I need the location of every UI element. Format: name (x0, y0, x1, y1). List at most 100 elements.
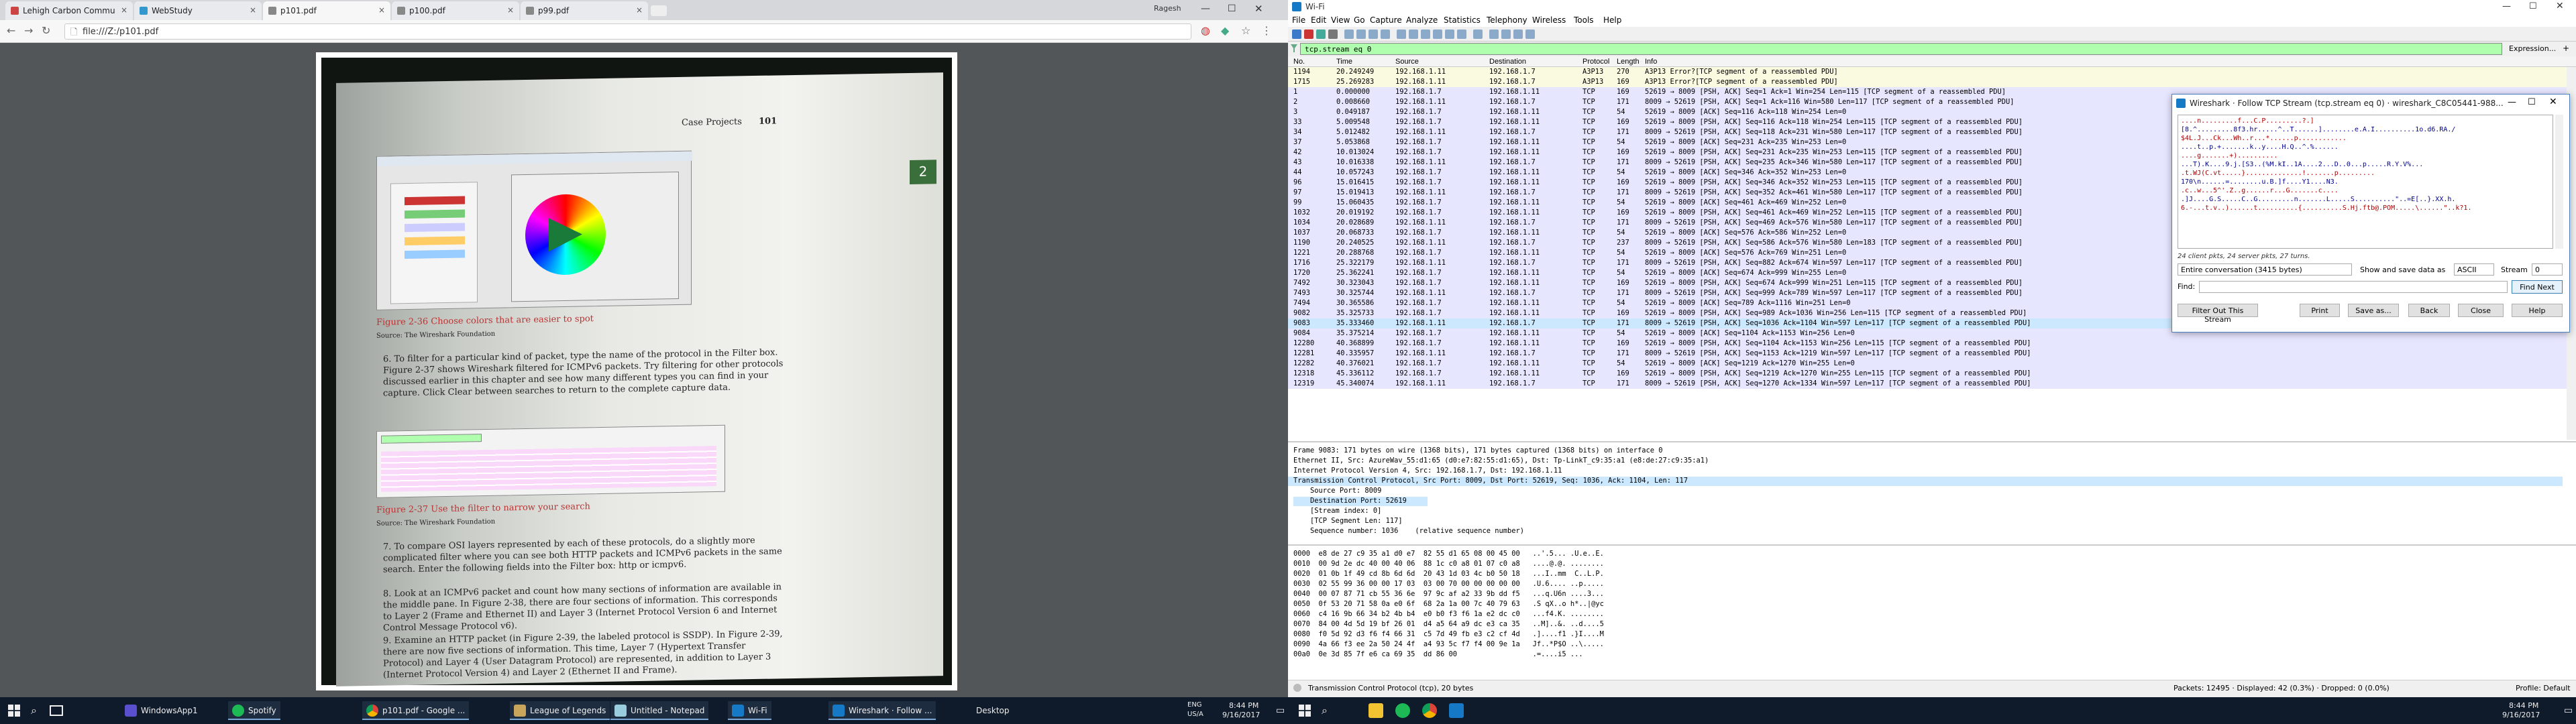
spotify-icon-2[interactable] (1395, 703, 1410, 718)
desktop-toolbar[interactable]: Desktop (976, 706, 1010, 715)
minimize-icon[interactable]: — (1201, 3, 1210, 14)
clock-time-2[interactable]: 8:44 PM (2509, 701, 2538, 710)
menu-telephony[interactable]: Telephony (1487, 15, 1527, 25)
column-destination[interactable]: Destination (1489, 58, 1570, 66)
menu-edit[interactable]: Edit (1311, 15, 1326, 25)
stream-number-spinner[interactable]: 0 (2532, 263, 2563, 276)
wireshark-icon-2[interactable] (1449, 703, 1464, 718)
packet-row[interactable]: 12318 45.336112 192.168.1.7 192.168.1.11 TCP… (1288, 369, 2576, 379)
filter-out-stream-button[interactable]: Filter Out This Stream (2178, 304, 2258, 324)
start-icon[interactable] (8, 705, 20, 717)
bookmark-star-icon[interactable]: ☆ (1241, 24, 1250, 37)
tab-close-icon[interactable]: × (507, 5, 514, 15)
packet-row[interactable]: 12282 40.376021 192.168.1.7 192.168.1.11 TCP… (1288, 359, 2576, 369)
back-button[interactable]: Back (2408, 304, 2450, 317)
packet-row[interactable]: 1715 25.269283 192.168.1.11 192.168.1.7 A3P1… (1288, 77, 2576, 87)
restart-capture-icon[interactable] (1316, 29, 1326, 39)
hex-dump-line[interactable]: 0010 00 9d 2e dc 40 00 40 06 88 1c c0 a8… (1293, 560, 1604, 569)
notifications-icon[interactable]: ▭ (1276, 705, 1285, 716)
tab-p101[interactable]: p101.pdf × (263, 1, 390, 20)
normal-size-icon[interactable] (1513, 29, 1523, 39)
first-packet-icon[interactable] (1445, 29, 1454, 39)
detail-tree-section[interactable]: Transmission Control Protocol, Src Port:… (1288, 477, 2563, 486)
column-length[interactable]: Length (1617, 58, 1644, 66)
clock-date-2[interactable]: 9/16/2017 (2502, 711, 2540, 719)
save-file-icon[interactable] (1356, 29, 1366, 39)
maximize-icon[interactable]: ☐ (2528, 97, 2536, 107)
detail-tree-section[interactable]: Frame 9083: 171 bytes on wire (1368 bits… (1293, 446, 1663, 456)
tab-lehigh[interactable]: Lehigh Carbon Commu × (5, 1, 133, 20)
back-icon[interactable]: ← (7, 24, 15, 37)
hex-dump-line[interactable]: 0090 4a 66 f3 ee 2a 50 24 4f a4 93 5c f7… (1293, 640, 1604, 650)
hex-dump-line[interactable]: 0030 02 55 99 36 00 00 17 03 03 00 70 00… (1293, 580, 1604, 589)
packet-row[interactable]: 12319 45.340074 192.168.1.11 192.168.1.7 TCP… (1288, 379, 2576, 389)
reload-file-icon[interactable] (1381, 29, 1390, 39)
taskbar-wifi-wireshark[interactable]: Wi-Fi (728, 701, 771, 720)
stream-content-text[interactable]: ....n.........f...C.P.........?.] [8.^...… (2178, 115, 2553, 249)
expression-button[interactable]: Expression... (2509, 44, 2556, 53)
packet-bytes-pane[interactable]: 0000 e8 de 27 c9 35 a1 d0 e7 82 55 d1 65… (1288, 544, 2576, 680)
input-language[interactable]: ENG (1187, 701, 1202, 709)
detail-tree-field[interactable]: [Stream index: 0] (1293, 507, 1381, 516)
status-profile[interactable]: Profile: Default (2516, 684, 2571, 692)
zoom-in-icon[interactable] (1489, 29, 1499, 39)
last-packet-icon[interactable] (1457, 29, 1466, 39)
start-capture-icon[interactable] (1292, 29, 1301, 39)
packet-row[interactable]: 12280 40.368899 192.168.1.7 192.168.1.11 TCP… (1288, 339, 2576, 349)
column-no[interactable]: No. (1293, 58, 1313, 66)
add-filter-button-icon[interactable]: + (2563, 44, 2569, 53)
reload-icon[interactable]: ↻ (42, 24, 50, 37)
conversation-select[interactable]: Entire conversation (3415 bytes) (2178, 263, 2352, 276)
hex-dump-line[interactable]: 0040 00 07 87 71 cb 55 36 6e 97 9c af a2… (1293, 590, 1604, 599)
detail-tree-field[interactable]: Sequence number: 1036 (relative sequence… (1293, 527, 1524, 536)
print-button[interactable]: Print (2300, 304, 2340, 317)
detail-tree-section[interactable]: Ethernet II, Src: AzureWav_55:d1:65 (d0:… (1293, 457, 1709, 466)
column-time[interactable]: Time (1336, 58, 1390, 66)
find-packet-icon[interactable] (1397, 29, 1406, 39)
task-view-icon[interactable] (50, 705, 63, 716)
packet-row[interactable]: 1194 20.249249 192.168.1.11 192.168.1.7 A3P1… (1288, 67, 2576, 77)
column-source[interactable]: Source (1395, 58, 1476, 66)
zoom-out-icon[interactable] (1501, 29, 1511, 39)
options-icon[interactable] (1328, 29, 1338, 39)
close-window-icon[interactable]: ✕ (2556, 1, 2564, 11)
menu-statistics[interactable]: Statistics (1444, 15, 1481, 25)
display-filter-input[interactable]: tcp.stream eq 0 (1300, 43, 2502, 55)
maximize-icon[interactable]: ☐ (2529, 1, 2537, 11)
close-file-icon[interactable] (1368, 29, 1378, 39)
search-icon-2[interactable]: ⌕ (1322, 704, 1328, 717)
show-as-select[interactable]: ASCII (2454, 263, 2494, 276)
help-button[interactable]: Help (2512, 304, 2563, 317)
resize-columns-icon[interactable] (1525, 29, 1535, 39)
extension-icon[interactable]: ◍ (1201, 24, 1210, 37)
clock-date[interactable]: 9/16/2017 (1222, 711, 1260, 719)
detail-tree-field[interactable]: Destination Port: 52619 (1293, 497, 1428, 506)
open-file-icon[interactable] (1344, 29, 1354, 39)
detail-tree-section[interactable]: Internet Protocol Version 4, Src: 192.16… (1293, 467, 1562, 476)
forward-icon[interactable]: → (24, 24, 33, 37)
hex-dump-line[interactable]: 0080 f0 5d 92 d3 f6 f4 66 31 c5 7d 49 fb… (1293, 630, 1604, 640)
clock-time[interactable]: 8:44 PM (1229, 701, 1258, 710)
taskbar-windowsapp1[interactable]: WindowsApp1 (121, 701, 202, 720)
extension-icon-2[interactable]: ◆ (1221, 24, 1229, 37)
detail-tree-field[interactable]: Source Port: 8009 (1293, 487, 1381, 496)
go-back-icon[interactable] (1409, 29, 1418, 39)
tab-p100[interactable]: p100.pdf × (392, 1, 519, 20)
tab-close-icon[interactable]: × (121, 5, 127, 15)
go-to-packet-icon[interactable] (1433, 29, 1442, 39)
minimize-icon[interactable]: — (2502, 1, 2511, 11)
hex-dump-line[interactable]: 0000 e8 de 27 c9 35 a1 d0 e7 82 55 d1 65… (1293, 550, 1604, 559)
tab-p99[interactable]: p99.pdf × (521, 1, 648, 20)
hex-dump-line[interactable]: 00a0 0e 3d 85 7f e6 ca 69 35 dd 86 00 .=… (1293, 650, 1583, 660)
close-window-icon[interactable]: ✕ (1254, 3, 1263, 15)
taskbar-follow-stream[interactable]: Wireshark · Follow ... (828, 701, 936, 720)
expert-info-icon[interactable] (1293, 684, 1301, 692)
taskbar-notepad[interactable]: Untitled - Notepad (610, 701, 709, 720)
hex-dump-line[interactable]: 0050 0f 53 20 71 58 0a e0 6f 68 2a 1a 00… (1293, 600, 1604, 609)
tab-close-icon[interactable]: × (378, 5, 385, 15)
menu-capture[interactable]: Capture (1370, 15, 1402, 25)
close-dialog-icon[interactable]: ✕ (2549, 97, 2557, 107)
file-explorer-icon[interactable] (1368, 703, 1383, 718)
taskbar-league[interactable]: League of Legends (510, 701, 610, 720)
chrome-icon-2[interactable] (1422, 703, 1437, 718)
